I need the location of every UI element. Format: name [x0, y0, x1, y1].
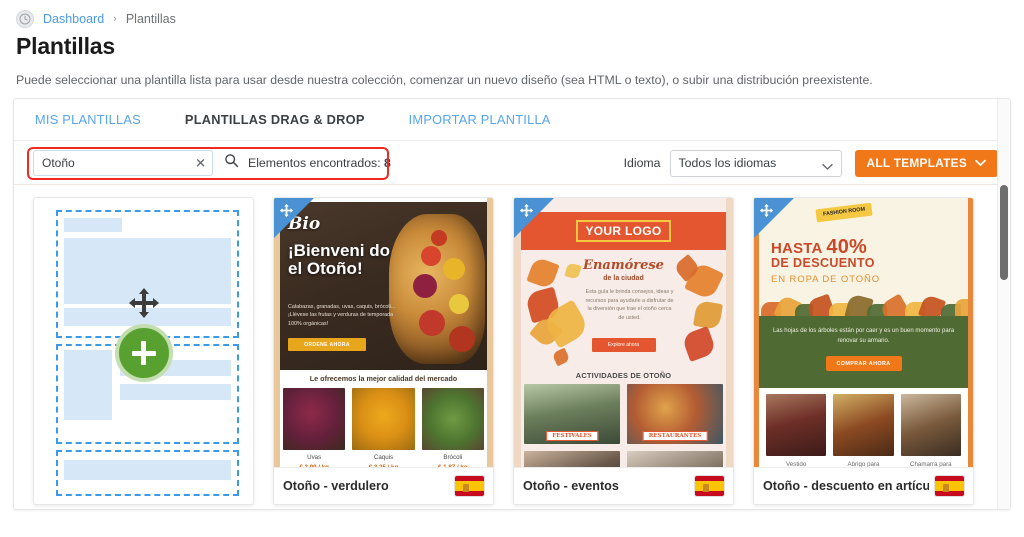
- template-card-footer: Otoño - eventos: [514, 467, 733, 504]
- spain-flag-icon: [935, 476, 964, 496]
- template-card[interactable]: Bio ¡Bienveni do el Otoño! Calabazas, gr…: [273, 197, 494, 505]
- template-preview: FASHION ROOM HASTA 40% DE DESCUENTO EN R…: [754, 198, 973, 469]
- all-templates-label: ALL TEMPLATES: [866, 156, 967, 170]
- page-description: Puede seleccionar una plantilla lista pa…: [16, 73, 873, 87]
- template-title: Otoño - eventos: [523, 479, 619, 493]
- page-title: Plantillas: [16, 33, 115, 59]
- language-label: Idioma: [623, 156, 661, 170]
- placeholder-bar: [64, 460, 231, 480]
- move-arrows-icon[interactable]: [279, 203, 294, 223]
- template-heading: Enamórese: [583, 258, 664, 273]
- new-template-placeholder: [34, 198, 253, 504]
- breadcrumb-dashboard-link[interactable]: Dashboard: [43, 12, 104, 26]
- results-count-label: Elementos encontrados: 8: [248, 156, 391, 170]
- move-arrows-icon: [127, 286, 161, 325]
- heading-prefix: HASTA: [771, 240, 822, 257]
- template-heading-line2: DE DESCUENTO: [771, 256, 875, 270]
- template-activity: RESTAURANTES: [627, 384, 723, 444]
- spain-flag-icon: [695, 476, 724, 496]
- spain-flag-icon: [455, 476, 484, 496]
- tab-mis-plantillas[interactable]: MIS PLANTILLAS: [35, 112, 141, 127]
- template-card[interactable]: FASHION ROOM HASTA 40% DE DESCUENTO EN R…: [753, 197, 974, 505]
- all-templates-button[interactable]: ALL TEMPLATES: [854, 149, 998, 177]
- product-name: Uvas: [307, 454, 322, 461]
- template-paragraph: Calabazas, granadas, uvas, caquis, bróco…: [288, 304, 396, 327]
- search-icon[interactable]: [224, 153, 239, 173]
- breadcrumb: Dashboard › Plantillas: [0, 0, 1024, 28]
- template-product: Vestido: [766, 394, 827, 468]
- template-subheading: de la ciudad: [603, 275, 644, 282]
- templates-panel: MIS PLANTILLAS PLANTILLAS DRAG & DROP IM…: [13, 98, 1011, 510]
- toolbar-right-group: Idioma Todos los idiomas ALL TEMPLATES: [624, 141, 998, 185]
- template-artwork: Bio ¡Bienveni do el Otoño! Calabazas, gr…: [274, 198, 493, 469]
- vertical-scrollbar-thumb[interactable]: [1000, 185, 1008, 280]
- breadcrumb-current: Plantillas: [125, 12, 176, 26]
- template-product: Chamarra para: [900, 394, 961, 468]
- template-title: Otoño - verdulero: [283, 479, 389, 493]
- breadcrumb-separator: ›: [113, 13, 117, 25]
- search-area: ✕ Elementos encontrados: 8: [33, 149, 391, 176]
- templates-page: Dashboard › Plantillas Plantillas Puede …: [0, 0, 1024, 537]
- template-product-list: Vestido Abrigo para Chamarra para: [766, 394, 961, 468]
- template-logo: YOUR LOGO: [576, 220, 671, 242]
- template-card-footer: Otoño - descuento en artículos ...: [754, 467, 973, 504]
- activity-tag: RESTAURANTES: [642, 431, 708, 441]
- template-paragraph: Las hojas de los árboles están por caer …: [772, 328, 955, 345]
- template-title: Otoño - descuento en artículos ...: [763, 479, 929, 493]
- template-card[interactable]: YOUR LOGO Enamórese de la ciudad Esta gu…: [513, 197, 734, 505]
- template-paragraph: Esta guía le brinda consejos, ideas y re…: [585, 289, 674, 321]
- template-strapline: Le ofrecemos la mejor calidad del mercad…: [309, 374, 458, 383]
- template-heading: ¡Bienveni do el Otoño!: [288, 241, 391, 278]
- template-heading-line3: EN ROPA DE OTOÑO: [771, 274, 881, 285]
- template-cta: ORDENE AHORA: [288, 338, 366, 351]
- move-arrows-icon[interactable]: [519, 203, 534, 223]
- activity-tag: FESTIVALES: [546, 431, 598, 441]
- template-product-list: Uvas € 2.99 / kg Caquis € 3.25 / kg Bróc…: [283, 388, 484, 469]
- templates-grid: Bio ¡Bienveni do el Otoño! Calabazas, gr…: [14, 185, 1010, 509]
- clock-circle-icon: [16, 10, 34, 28]
- template-cta: Explore ahora: [591, 338, 656, 352]
- template-preview: YOUR LOGO Enamórese de la ciudad Esta gu…: [514, 198, 733, 469]
- search-input[interactable]: [34, 150, 212, 175]
- template-strapline: ACTIVIDADES DE OTOÑO: [575, 371, 672, 380]
- template-product: Caquis € 3.25 / kg: [352, 388, 415, 469]
- template-preview: Bio ¡Bienveni do el Otoño! Calabazas, gr…: [274, 198, 493, 469]
- results-prefix: Elementos encontrados:: [248, 155, 381, 170]
- move-arrows-icon[interactable]: [759, 203, 774, 223]
- heading-value: 40%: [826, 236, 868, 258]
- template-artwork: YOUR LOGO Enamórese de la ciudad Esta gu…: [514, 198, 733, 469]
- tab-importar-plantilla[interactable]: IMPORTAR PLANTILLA: [409, 112, 551, 127]
- product-name: Caquis: [373, 454, 394, 461]
- template-cta: COMPRAR AHORA: [825, 356, 902, 371]
- results-count: 8: [384, 155, 391, 170]
- templates-toolbar: ✕ Elementos encontrados: 8 Idioma Tod: [14, 141, 1010, 185]
- product-name: Brócoli: [443, 454, 463, 461]
- tab-bar: MIS PLANTILLAS PLANTILLAS DRAG & DROP IM…: [14, 99, 1010, 141]
- chevron-down-icon: [975, 156, 986, 170]
- placeholder-bar: [120, 384, 231, 400]
- template-product: Uvas € 2.99 / kg: [283, 388, 346, 469]
- placeholder-bar: [64, 218, 122, 232]
- template-product: Brócoli € 1.87 / kg: [421, 388, 484, 469]
- template-product: Abrigo para: [833, 394, 894, 468]
- language-select[interactable]: Todos los idiomas: [669, 149, 842, 177]
- chevron-down-icon: [821, 160, 833, 174]
- search-box[interactable]: ✕: [33, 149, 213, 176]
- template-card-footer: Otoño - verdulero: [274, 467, 493, 504]
- tab-plantillas-drag-drop[interactable]: PLANTILLAS DRAG & DROP: [185, 112, 365, 127]
- add-template-button[interactable]: [114, 324, 173, 382]
- template-activity: FESTIVALES: [524, 384, 620, 444]
- template-activity-grid: FESTIVALES RESTAURANTES: [524, 384, 723, 469]
- close-icon[interactable]: ✕: [195, 156, 206, 169]
- placeholder-bar: [64, 350, 112, 420]
- language-select-value: Todos los idiomas: [678, 156, 777, 170]
- vertical-scrollbar-track[interactable]: [997, 99, 1010, 509]
- new-template-card[interactable]: [33, 197, 254, 505]
- template-artwork: FASHION ROOM HASTA 40% DE DESCUENTO EN R…: [754, 198, 973, 469]
